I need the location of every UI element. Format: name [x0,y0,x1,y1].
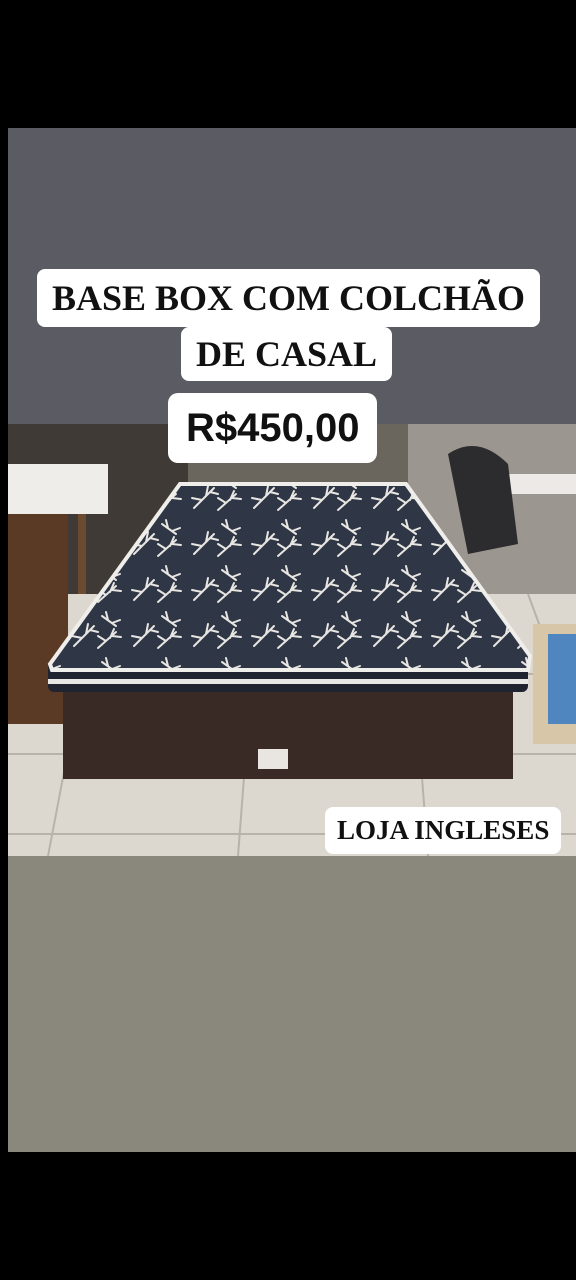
price-label: R$450,00 [168,393,378,463]
product-title-line1: BASE BOX COM COLCHÃO [37,269,541,327]
bed-photo-illustration [8,424,576,856]
story-post[interactable]: BASE BOX COM COLCHÃO DE CASAL R$450,00 L… [8,128,576,1152]
story-screen: BASE BOX COM COLCHÃO DE CASAL R$450,00 L… [0,0,576,1280]
product-title-line2: DE CASAL [181,327,393,381]
product-photo [8,424,576,856]
store-label: LOJA INGLESES [325,807,562,854]
